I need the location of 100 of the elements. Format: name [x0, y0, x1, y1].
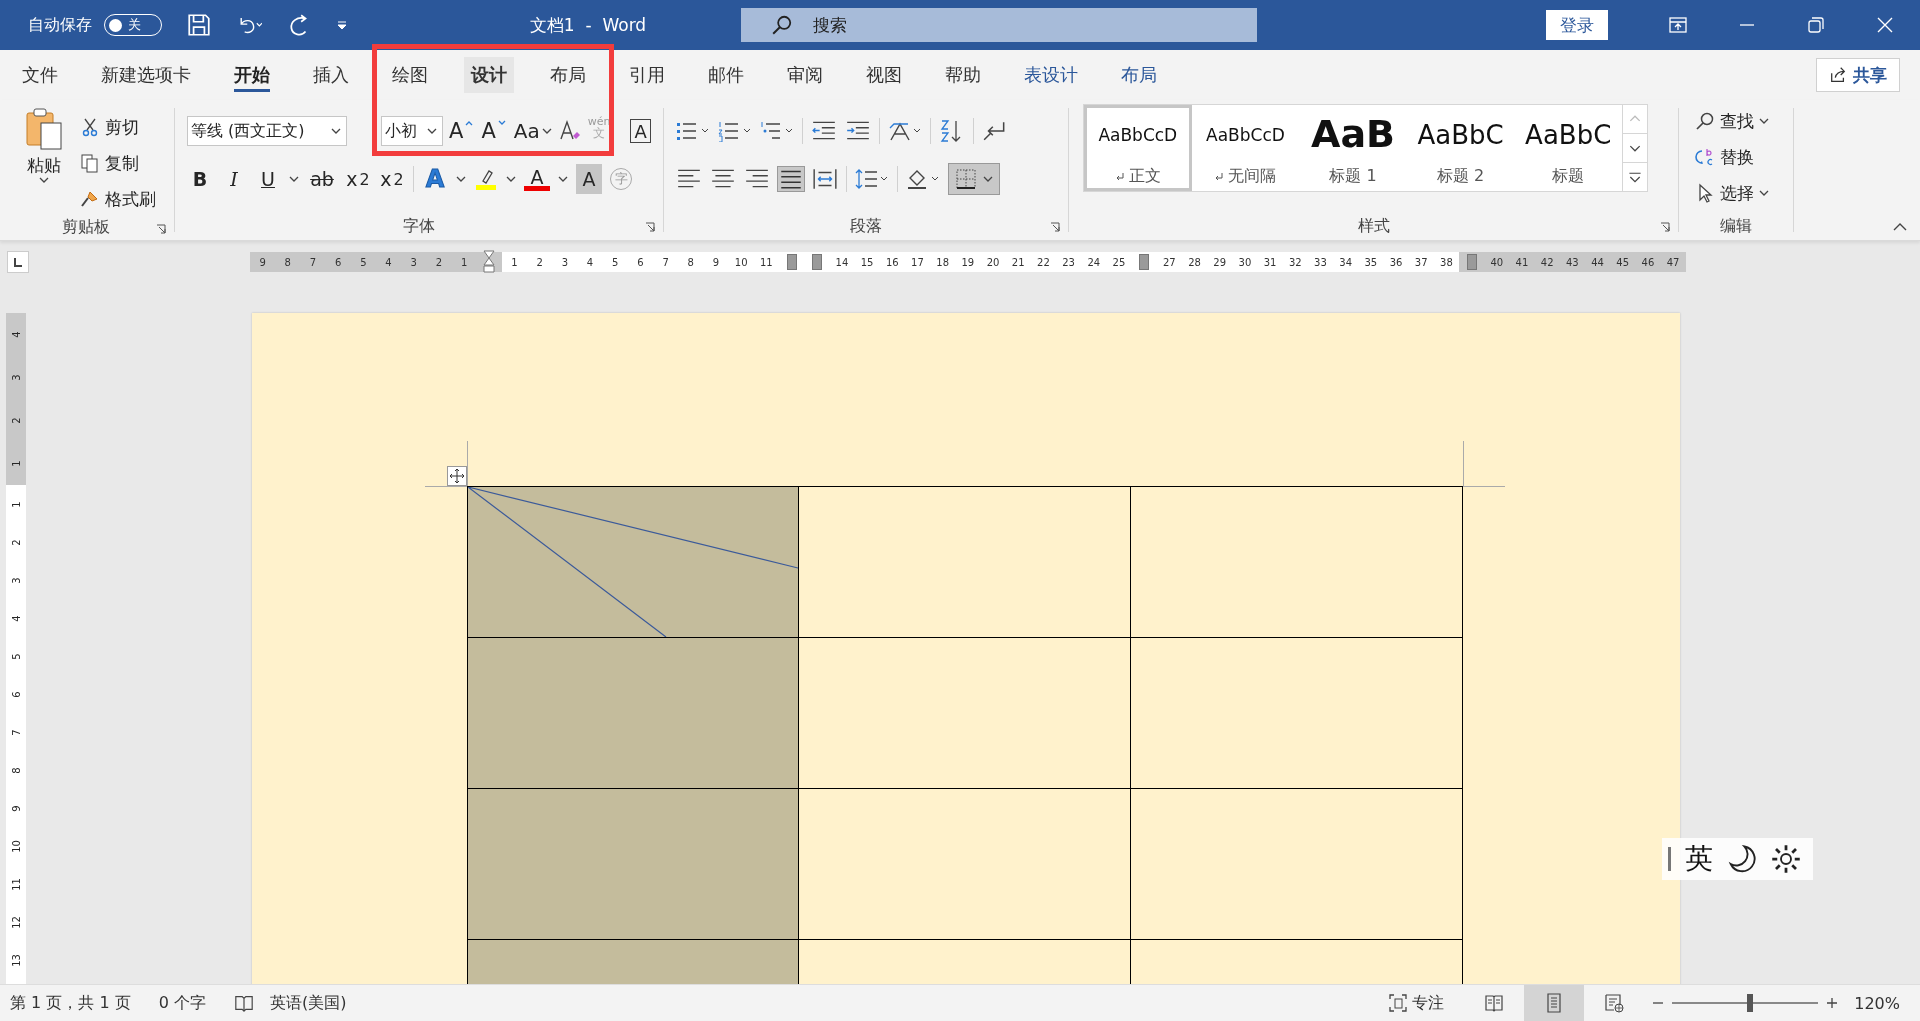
- ruler-number: 3: [10, 576, 22, 584]
- style-item[interactable]: AaBbC 标题 2: [1406, 105, 1515, 191]
- caret-icon: [39, 177, 49, 183]
- text-effects-button[interactable]: A: [422, 164, 448, 194]
- copy-button[interactable]: 复制: [80, 148, 156, 178]
- dialog-launcher-icon[interactable]: [1050, 222, 1060, 232]
- column-marker[interactable]: [1466, 254, 1477, 270]
- table-cell[interactable]: [799, 638, 1131, 789]
- table-cell[interactable]: [1131, 487, 1463, 638]
- restore-icon[interactable]: [1806, 15, 1826, 35]
- ribbon-tab[interactable]: 视图: [859, 50, 909, 100]
- justify-icon[interactable]: [778, 167, 804, 191]
- table-cell[interactable]: [799, 789, 1131, 940]
- change-case-button[interactable]: Aa: [511, 116, 554, 146]
- group-label: 段落: [850, 215, 882, 237]
- borders-icon: [955, 168, 977, 190]
- character-shading-button[interactable]: A: [576, 164, 602, 194]
- save-icon[interactable]: [186, 12, 212, 38]
- font-name-dropdown[interactable]: 等线 (西文正文): [187, 116, 347, 146]
- text-direction-icon[interactable]: [888, 120, 922, 142]
- ribbon-tab[interactable]: 布局: [543, 50, 593, 100]
- table-cell[interactable]: [468, 789, 799, 940]
- view-button[interactable]: [1524, 985, 1585, 1021]
- bold-button[interactable]: B: [187, 164, 213, 194]
- line-spacing-icon[interactable]: [855, 168, 889, 190]
- shrink-font-button[interactable]: A: [479, 116, 508, 146]
- ribbon-tab[interactable]: 设计: [464, 57, 514, 93]
- ribbon-tab[interactable]: 开始: [227, 50, 277, 100]
- sign-in-button[interactable]: 登录: [1546, 10, 1608, 40]
- ribbon-display-icon[interactable]: [1668, 15, 1688, 35]
- column-marker[interactable]: [811, 254, 822, 270]
- ribbon-tab[interactable]: 插入: [306, 50, 356, 100]
- strikethrough-button[interactable]: ab: [307, 164, 337, 194]
- style-item[interactable]: AaBbCcD 无间隔: [1191, 105, 1300, 191]
- book-icon: [1484, 993, 1505, 1013]
- multilevel-list-icon[interactable]: [760, 120, 794, 142]
- italic-button[interactable]: I: [221, 164, 247, 194]
- numbering-icon[interactable]: [718, 120, 752, 142]
- paste-button[interactable]: 粘贴: [18, 106, 70, 214]
- word-count[interactable]: 0 个字: [158, 992, 206, 1014]
- table-cell[interactable]: [468, 487, 799, 638]
- caret-icon[interactable]: [289, 176, 299, 182]
- table-cell[interactable]: [799, 487, 1131, 638]
- close-icon[interactable]: [1875, 15, 1895, 35]
- moon-icon[interactable]: [1727, 844, 1757, 874]
- borders-button[interactable]: [948, 163, 1000, 195]
- underline-button[interactable]: U: [255, 164, 281, 194]
- caret-icon[interactable]: [558, 176, 568, 182]
- table-cell[interactable]: [468, 638, 799, 789]
- format-painter-button[interactable]: 格式刷: [80, 184, 156, 214]
- customize-caret-icon[interactable]: [336, 19, 348, 31]
- column-marker[interactable]: [1139, 254, 1150, 270]
- table-move-handle-icon[interactable]: [447, 466, 467, 486]
- language-status[interactable]: 英语(美国): [269, 992, 347, 1014]
- ribbon-tab[interactable]: 邮件: [701, 50, 751, 100]
- column-marker[interactable]: [786, 254, 797, 270]
- font-color-button[interactable]: A: [524, 167, 550, 191]
- style-item[interactable]: AaBbC 标题: [1514, 105, 1622, 191]
- find-button[interactable]: 查找: [1695, 106, 1791, 136]
- ribbon-tab[interactable]: 新建选项卡: [94, 50, 198, 100]
- ribbon-tab[interactable]: 文件: [15, 50, 65, 100]
- paint-bucket-icon[interactable]: [906, 168, 940, 190]
- dialog-launcher-icon[interactable]: [645, 222, 655, 232]
- ribbon-tab[interactable]: 审阅: [780, 50, 830, 100]
- ruler-number: 19: [961, 256, 975, 268]
- page-count[interactable]: 第 1 页，共 1 页: [10, 992, 131, 1014]
- table-cell[interactable]: [1131, 638, 1463, 789]
- bullets-icon[interactable]: [676, 120, 710, 142]
- book-icon[interactable]: [233, 993, 254, 1013]
- zoom-in-icon[interactable]: [1826, 997, 1839, 1009]
- zoom-level[interactable]: 120%: [1854, 993, 1900, 1013]
- character-border-button[interactable]: A: [630, 119, 651, 143]
- share-button[interactable]: 共享: [1816, 58, 1900, 92]
- select-button[interactable]: 选择: [1695, 178, 1791, 208]
- caret-icon[interactable]: [506, 176, 516, 182]
- dialog-launcher-icon[interactable]: [156, 224, 166, 234]
- tab-selector-icon[interactable]: [7, 251, 29, 273]
- paintbrush-icon: [80, 189, 100, 209]
- table-cell[interactable]: [1131, 789, 1463, 940]
- ribbon-tab[interactable]: 表设计: [1017, 50, 1085, 100]
- distributed-icon[interactable]: [812, 167, 838, 191]
- zoom-slider-thumb[interactable]: [1746, 994, 1753, 1012]
- ruler-number: 22: [1037, 256, 1050, 268]
- grow-font-button[interactable]: A: [447, 116, 476, 146]
- style-item[interactable]: AaBbCcD 正文: [1084, 105, 1192, 191]
- style-item[interactable]: AaB 标题 1: [1299, 105, 1407, 191]
- cut-button[interactable]: 剪切: [80, 112, 156, 142]
- ribbon-tab[interactable]: 引用: [622, 50, 672, 100]
- font-size-dropdown[interactable]: 小初: [381, 116, 443, 146]
- caret-icon[interactable]: [456, 176, 466, 182]
- input-mode-label[interactable]: 英: [1685, 840, 1713, 878]
- dialog-launcher-icon[interactable]: [1660, 222, 1670, 232]
- focus-button[interactable]: 专注: [1388, 992, 1445, 1014]
- collapse-ribbon-icon[interactable]: [1892, 222, 1908, 232]
- ribbon-tab[interactable]: 布局: [1114, 50, 1164, 100]
- replace-button[interactable]: 替换: [1695, 142, 1791, 172]
- ribbon-tab[interactable]: 帮助: [938, 50, 988, 100]
- settings-icon[interactable]: [1771, 844, 1801, 874]
- search-field[interactable]: 搜索: [741, 8, 1257, 42]
- ribbon-tab[interactable]: 绘图: [385, 50, 435, 100]
